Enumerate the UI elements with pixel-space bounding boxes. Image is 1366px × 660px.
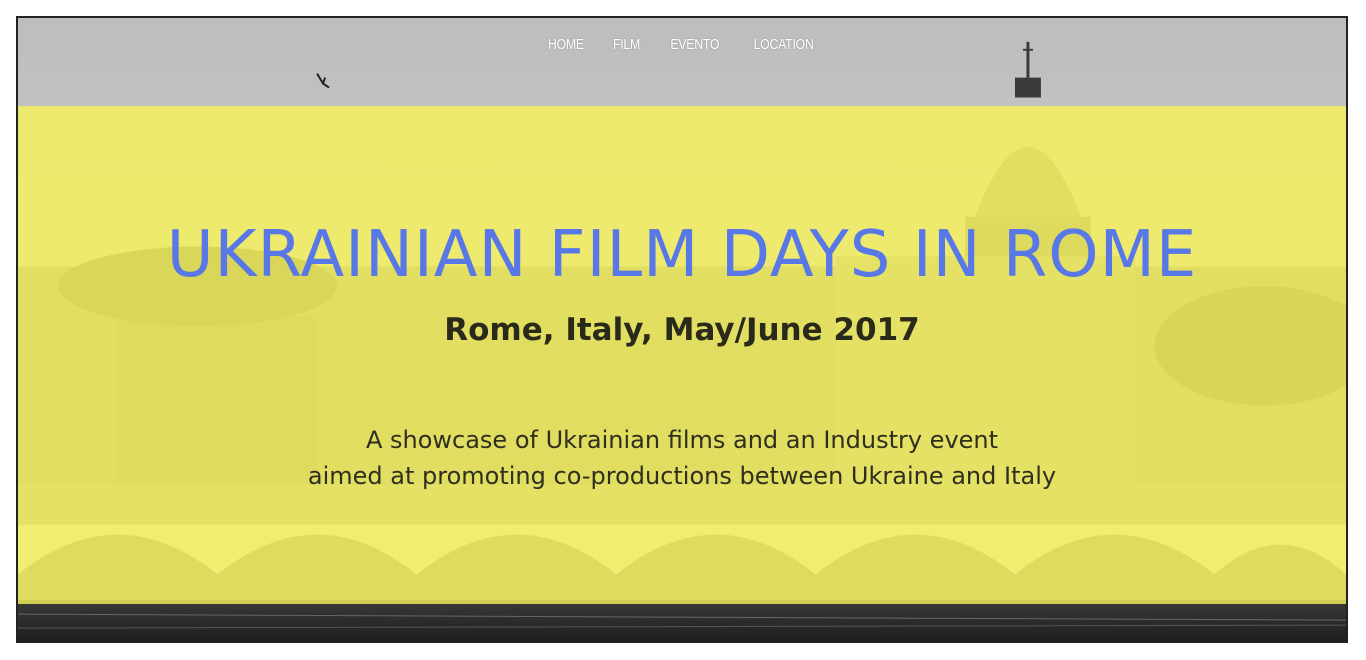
nav-item-location[interactable]: LOCATION	[753, 36, 813, 53]
event-tagline: A showcase of Ukrainian films and an Ind…	[18, 422, 1346, 494]
hero-content: UKRAINIAN FILM DAYS IN ROME Rome, Italy,…	[18, 106, 1346, 604]
tagline-line-1: A showcase of Ukrainian films and an Ind…	[365, 426, 999, 454]
tagline-line-2: aimed at promoting co-productions betwee…	[307, 462, 1057, 490]
nav-item-home[interactable]: HOME	[548, 36, 584, 53]
nav-item-film[interactable]: FILM	[613, 36, 640, 53]
nav-item-evento[interactable]: EVENTO	[670, 36, 719, 53]
hero-section: HOME FILM EVENTO LOCATION UKRAINIAN FILM…	[16, 16, 1348, 643]
main-nav: HOME FILM EVENTO LOCATION	[18, 36, 1346, 53]
page-title: UKRAINIAN FILM DAYS IN ROME	[166, 218, 1198, 292]
event-location-date: Rome, Italy, May/June 2017	[444, 312, 920, 348]
